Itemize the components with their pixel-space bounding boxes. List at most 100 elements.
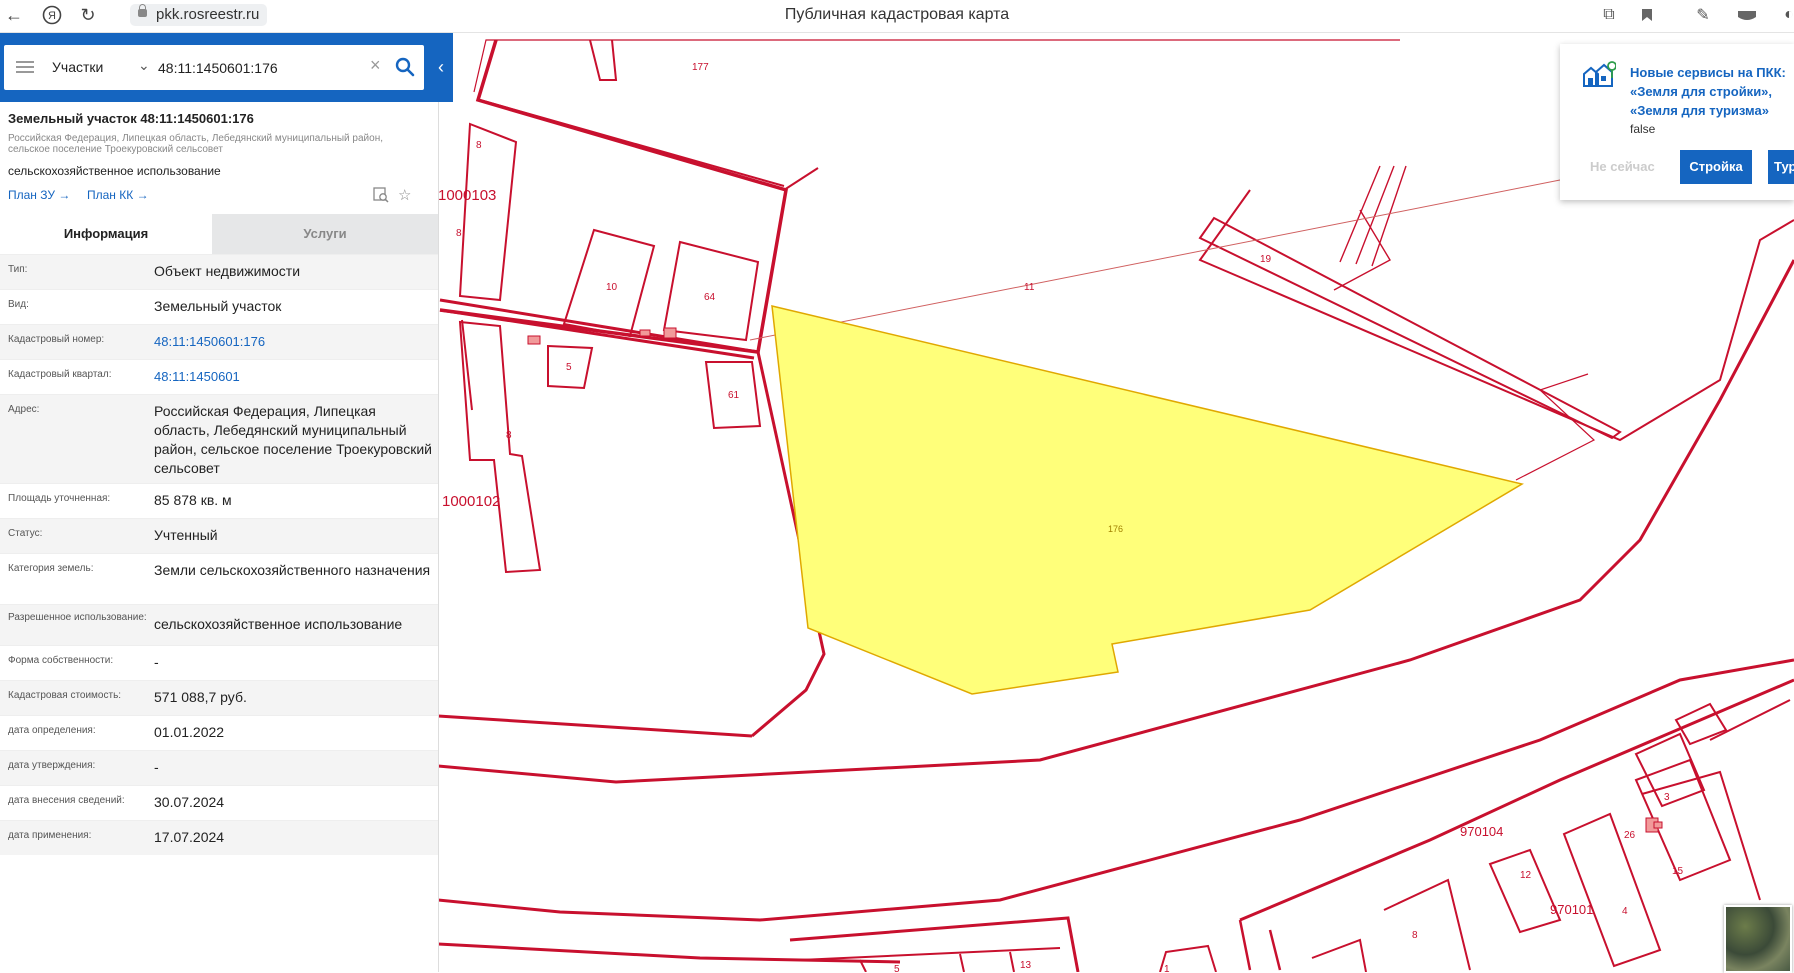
table-row: дата утверждения: - [0, 750, 438, 785]
row-label: Кадастровая стоимость: [8, 690, 122, 701]
map-label: 3 [1664, 792, 1670, 803]
row-label: Адрес: [8, 404, 40, 415]
row-label: дата внесения сведений: [8, 795, 125, 806]
row-label: дата утверждения: [8, 760, 96, 771]
row-value: 85 878 кв. м [154, 492, 232, 508]
map-label: 1000103 [438, 187, 496, 204]
table-row: Адрес: Российская Федерация, Липецкая об… [0, 394, 438, 483]
map-label: 176 [1108, 524, 1123, 534]
not-now-button[interactable]: Не сейчас [1590, 159, 1655, 174]
table-row: Категория земель: Земли сельскохозяйстве… [0, 553, 438, 604]
close-icon[interactable]: × [370, 55, 381, 76]
map-label: 8 [476, 140, 482, 151]
menu-icon[interactable] [16, 61, 34, 74]
object-address: Российская Федерация, Липецкая область, … [8, 133, 383, 155]
chevron-down-icon[interactable]: ⌄ [138, 57, 150, 74]
cadastral-quarter-link[interactable]: 48:11:1450601 [154, 367, 434, 386]
map-label: 5 [894, 964, 900, 972]
row-value: 30.07.2024 [154, 794, 225, 810]
map-label: 64 [704, 292, 716, 303]
row-label: Категория земель: [8, 563, 94, 574]
build-button[interactable]: Стройка [1680, 150, 1752, 184]
row-value: - [154, 654, 159, 670]
table-row: дата определения: 01.01.2022 [0, 715, 438, 750]
plan-kk-link[interactable]: План КК → [87, 188, 149, 202]
notification-title: Новые сервисы на ПКК: «Земля для стройки… [1630, 65, 1786, 118]
map-label: 8 [456, 228, 462, 239]
bookmark-icon[interactable] [1636, 4, 1658, 26]
map-label: 26 [1624, 830, 1636, 841]
search-bar: Участки ⌄ × ‹ [0, 33, 453, 102]
tab-services[interactable]: Услуги [212, 214, 438, 254]
table-row: Форма собственности: - [0, 645, 438, 680]
row-value: Земельный участок [154, 298, 282, 314]
row-label: Кадастровый квартал: [8, 369, 112, 380]
table-row: Статус: Учтенный [0, 518, 438, 553]
selected-parcel[interactable] [771, 305, 1524, 695]
row-value: сельскохозяйственное использование [154, 616, 403, 632]
attributes-table: Тип: Объект недвижимости Вид: Земельный … [0, 254, 438, 855]
plan-zu-link[interactable]: План ЗУ → [8, 188, 70, 202]
map-label: 61 [728, 390, 740, 401]
table-row: Разрешенное использование: сельскохозяйс… [0, 604, 438, 645]
map-search-icon[interactable] [372, 186, 390, 204]
search-icon[interactable] [394, 56, 416, 78]
table-row: дата применения: 17.07.2024 [0, 820, 438, 855]
search-type-select[interactable]: Участки [52, 45, 103, 90]
row-value: Земли сельскохозяйственного назначения [154, 562, 431, 578]
panel-tabs: Информация Услуги [0, 214, 438, 254]
row-label: Площадь уточненная: [8, 493, 111, 504]
downloads-icon[interactable] [1736, 4, 1758, 26]
map-label: 8 [1412, 930, 1418, 941]
translate-icon[interactable]: ⧉ [1598, 4, 1620, 26]
map-label: 11 [1024, 282, 1035, 293]
browser-toolbar: ← Я ↻ pkk.rosreestr.ru Публичная кадастр… [0, 0, 1794, 33]
map-label: 970104 [1460, 824, 1503, 839]
map-label: 970101 [1550, 902, 1593, 917]
map-label: 177 [692, 62, 709, 73]
info-panel: Земельный участок 48:11:1450601:176 Росс… [0, 102, 439, 972]
row-label: Кадастровый номер: [8, 334, 105, 345]
extension-icon[interactable]: ✎ [1692, 4, 1714, 26]
tourism-button[interactable]: Туризм [1768, 150, 1794, 184]
cadastral-number-link[interactable]: 48:11:1450601:176 [154, 332, 434, 351]
star-icon[interactable]: ☆ [398, 186, 416, 204]
row-label: Разрешенное использование: [8, 612, 147, 623]
profile-icon[interactable]: ◐ [1778, 4, 1794, 26]
chevron-left-icon[interactable]: ‹ [431, 45, 451, 90]
table-row: Вид: Земельный участок [0, 289, 438, 324]
notification-extra: false [1630, 122, 1656, 136]
table-row: Кадастровый номер: 48:11:1450601:176 [0, 324, 438, 359]
tab-info[interactable]: Информация [0, 214, 212, 254]
row-value: 571 088,7 руб. [154, 689, 247, 705]
map-label: 4 [1622, 906, 1628, 917]
row-value: - [154, 759, 159, 775]
map-label: 1000102 [442, 493, 500, 510]
object-title: Земельный участок 48:11:1450601:176 [8, 111, 254, 126]
satellite-layer-toggle[interactable] [1724, 905, 1792, 973]
map-label: 19 [1260, 254, 1272, 265]
table-row: Тип: Объект недвижимости [0, 254, 438, 289]
row-label: Статус: [8, 528, 43, 539]
map-label: 15 [1672, 866, 1684, 877]
map-label: 10 [606, 282, 618, 293]
row-value: Российская Федерация, Липецкая область, … [154, 403, 432, 476]
row-value: 01.01.2022 [154, 724, 225, 740]
row-value: Учтенный [154, 527, 218, 543]
row-label: Вид: [8, 299, 29, 310]
map-label: 13 [1020, 960, 1032, 971]
table-row: Кадастровая стоимость: 571 088,7 руб. [0, 680, 438, 715]
row-label: Тип: [8, 264, 28, 275]
row-value: Объект недвижимости [154, 263, 301, 279]
object-use: сельскохозяйственное использование [8, 164, 221, 178]
search-box: Участки ⌄ × [4, 45, 424, 90]
map-label: 12 [1520, 870, 1532, 881]
map-label: 5 [566, 362, 572, 373]
table-row: Кадастровый квартал: 48:11:1450601 [0, 359, 438, 394]
search-input[interactable] [156, 55, 370, 81]
map-label: 1 [1164, 964, 1170, 972]
row-label: дата применения: [8, 830, 92, 841]
row-value: 17.07.2024 [154, 829, 225, 845]
map-label: 8 [506, 430, 512, 441]
row-label: дата определения: [8, 725, 96, 736]
